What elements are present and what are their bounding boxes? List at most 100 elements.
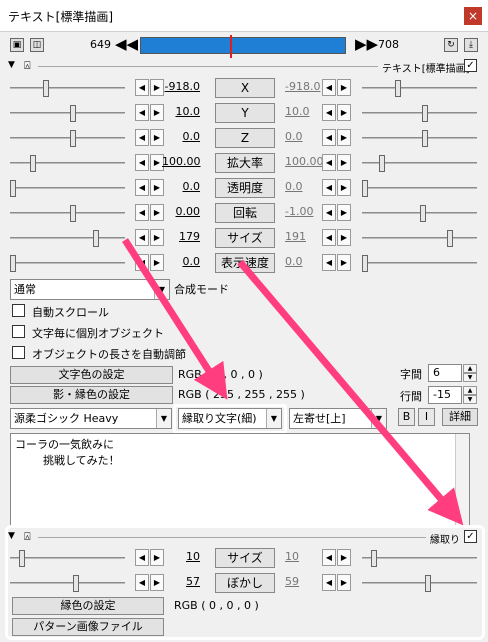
- text-color-button[interactable]: 文字色の設定: [10, 366, 173, 384]
- arrow-right-icon[interactable]: ▶: [337, 229, 351, 246]
- end-value[interactable]: 0.0: [285, 255, 323, 268]
- spin-up-icon[interactable]: ▲: [463, 364, 477, 373]
- pattern-image-button[interactable]: パターン画像ファイル: [12, 618, 164, 636]
- arrow-left-icon[interactable]: ◀: [322, 229, 336, 246]
- arrow-right-icon[interactable]: ▶: [337, 254, 351, 271]
- arrow-left-icon[interactable]: ◀: [135, 104, 149, 121]
- arrow-left-icon[interactable]: ◀: [135, 79, 149, 96]
- arrow-right-icon[interactable]: ▶: [337, 179, 351, 196]
- start-value[interactable]: 0.0: [162, 255, 201, 268]
- collapse-triangle-icon[interactable]: ▼: [8, 60, 15, 70]
- line-spacing-input[interactable]: -15: [428, 386, 462, 404]
- start-value-slider[interactable]: [10, 205, 125, 222]
- char-spacing-input[interactable]: 6: [428, 364, 462, 382]
- arrow-right-icon[interactable]: ▶: [337, 79, 351, 96]
- start-value-slider[interactable]: [10, 130, 125, 147]
- arrow-left-icon[interactable]: ◀: [135, 204, 149, 221]
- timeline-bar[interactable]: [140, 35, 346, 58]
- start-value-slider[interactable]: [10, 230, 125, 247]
- slider-thumb[interactable]: [379, 155, 385, 172]
- start-value[interactable]: 100.00: [162, 155, 201, 168]
- refresh-icon[interactable]: ↻: [444, 38, 458, 52]
- arrow-left-icon[interactable]: ◀: [322, 154, 336, 171]
- end-value-slider[interactable]: [362, 550, 477, 567]
- arrow-right-icon[interactable]: ▶: [337, 549, 351, 566]
- track-name-button[interactable]: X: [215, 78, 275, 98]
- end-value[interactable]: 0.0: [285, 180, 323, 193]
- slider-thumb[interactable]: [422, 130, 428, 147]
- film-icon[interactable]: ▣: [10, 38, 24, 52]
- start-value-slider[interactable]: [10, 180, 125, 197]
- track-name-button[interactable]: サイズ: [215, 228, 275, 248]
- start-value-slider[interactable]: [10, 80, 125, 97]
- camera-icon[interactable]: ◫: [30, 38, 44, 52]
- end-value[interactable]: 59: [285, 575, 323, 588]
- blend-mode-select[interactable]: 通常 ▼: [10, 279, 170, 300]
- arrow-left-icon[interactable]: ◀: [135, 254, 149, 271]
- font-select[interactable]: 源柔ゴシック Heavy ▼: [10, 408, 172, 429]
- start-value-slider[interactable]: [10, 155, 125, 172]
- slider-thumb[interactable]: [10, 180, 16, 197]
- end-value[interactable]: 10: [285, 550, 323, 563]
- slider-thumb[interactable]: [70, 130, 76, 147]
- arrow-left-icon[interactable]: ◀: [322, 574, 336, 591]
- slider-thumb[interactable]: [425, 575, 431, 592]
- slider-thumb[interactable]: [93, 230, 99, 247]
- slider-thumb[interactable]: [362, 180, 368, 197]
- arrow-left-icon[interactable]: ◀: [322, 254, 336, 271]
- close-button[interactable]: ×: [464, 7, 482, 25]
- arrow-right-icon[interactable]: ▶: [337, 104, 351, 121]
- slider-thumb[interactable]: [73, 575, 79, 592]
- object-enable-checkbox[interactable]: ✓: [464, 59, 477, 72]
- track-name-button[interactable]: 拡大率: [215, 153, 275, 173]
- end-value-slider[interactable]: [362, 205, 477, 222]
- outline-color-button[interactable]: 縁色の設定: [12, 597, 164, 615]
- track-name-button[interactable]: Z: [215, 128, 275, 148]
- arrow-right-icon[interactable]: ▶: [337, 204, 351, 221]
- end-value[interactable]: -918.0: [285, 80, 323, 93]
- end-value[interactable]: -1.00: [285, 205, 323, 218]
- outline-enable-checkbox[interactable]: ✓: [464, 530, 477, 543]
- end-value-slider[interactable]: [362, 155, 477, 172]
- collapse-triangle-icon[interactable]: ▼: [8, 531, 15, 541]
- end-value-slider[interactable]: [362, 80, 477, 97]
- track-name-button[interactable]: Y: [215, 103, 275, 123]
- track-name-button[interactable]: サイズ: [215, 548, 275, 568]
- start-value-slider[interactable]: [10, 255, 125, 272]
- italic-button[interactable]: I: [418, 408, 435, 426]
- arrow-left-icon[interactable]: ◀: [135, 574, 149, 591]
- slider-thumb[interactable]: [395, 80, 401, 97]
- slider-thumb[interactable]: [30, 155, 36, 172]
- arrow-right-icon[interactable]: ▶: [337, 574, 351, 591]
- start-value[interactable]: 10.0: [162, 105, 201, 118]
- end-value-slider[interactable]: [362, 575, 477, 592]
- end-value-slider[interactable]: [362, 130, 477, 147]
- end-value[interactable]: 10.0: [285, 105, 323, 118]
- end-value-slider[interactable]: [362, 180, 477, 197]
- start-value[interactable]: 10: [162, 550, 200, 563]
- spin-up-icon[interactable]: ▲: [463, 386, 477, 395]
- end-value-slider[interactable]: [362, 105, 477, 122]
- slider-thumb[interactable]: [19, 550, 25, 567]
- slider-thumb[interactable]: [43, 80, 49, 97]
- start-value-slider[interactable]: [10, 575, 125, 592]
- arrow-right-icon[interactable]: ▶: [337, 129, 351, 146]
- auto-scroll-checkbox[interactable]: [12, 304, 25, 317]
- start-value[interactable]: 0.00: [162, 205, 201, 218]
- arrow-left-icon[interactable]: ◀: [322, 104, 336, 121]
- end-value[interactable]: 191: [285, 230, 323, 243]
- arrow-left-icon[interactable]: ◀: [322, 129, 336, 146]
- arrow-left-icon[interactable]: ◀: [135, 154, 149, 171]
- text-style-select[interactable]: 縁取り文字(細) ▼: [178, 408, 282, 429]
- track-name-button[interactable]: ぼかし: [215, 573, 275, 593]
- track-name-button[interactable]: 透明度: [215, 178, 275, 198]
- scrollbar[interactable]: [455, 434, 469, 526]
- arrow-left-icon[interactable]: ◀: [322, 204, 336, 221]
- track-name-button[interactable]: 表示速度: [215, 253, 275, 273]
- arrow-left-icon[interactable]: ◀: [135, 549, 149, 566]
- slider-thumb[interactable]: [10, 255, 16, 272]
- end-value-slider[interactable]: [362, 230, 477, 247]
- track-name-button[interactable]: 回転: [215, 203, 275, 223]
- start-value[interactable]: 179: [162, 230, 200, 243]
- slider-thumb[interactable]: [447, 230, 453, 247]
